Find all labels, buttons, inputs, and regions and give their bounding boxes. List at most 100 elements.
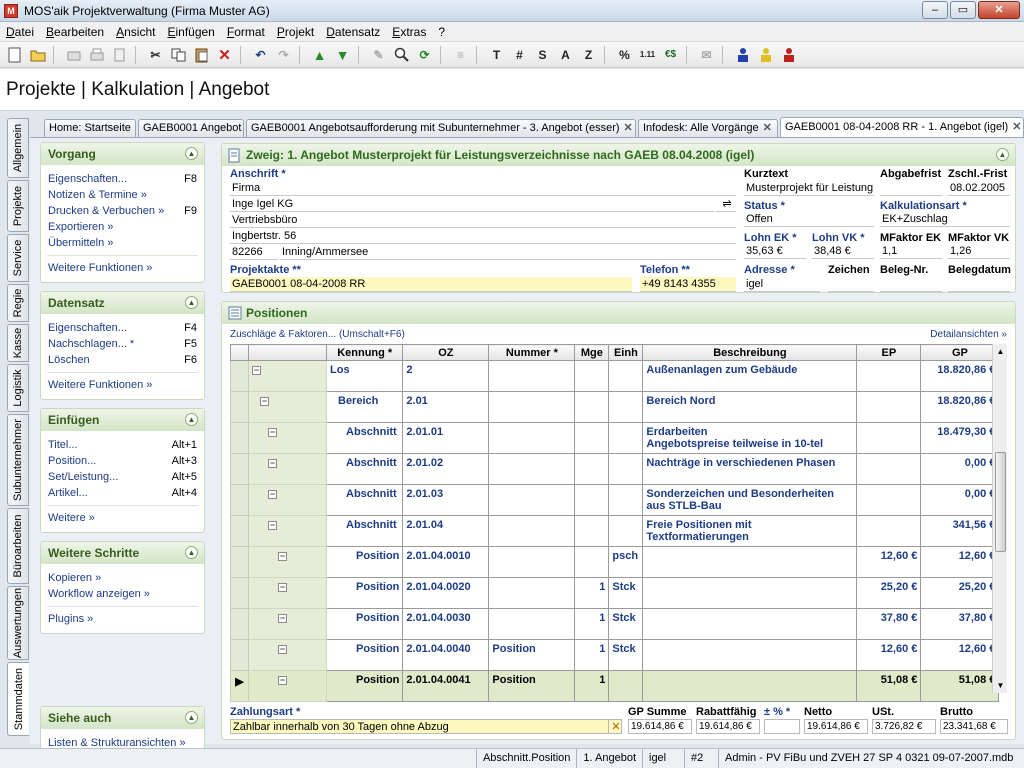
hash-button[interactable]: # <box>509 44 530 65</box>
undo-icon[interactable]: ↶ <box>250 44 271 65</box>
cell-einh[interactable]: Stck <box>608 639 644 671</box>
currency-button[interactable]: €$ <box>660 44 681 65</box>
link-artikel[interactable]: Artikel... Alt+4 <box>41 485 204 501</box>
col-oz[interactable]: OZ <box>402 344 490 361</box>
cell-nummer[interactable] <box>488 391 576 423</box>
menu-extras[interactable]: Extras <box>386 25 432 39</box>
menu-bearbeiten[interactable]: Bearbeiten <box>40 25 110 39</box>
cell-gp[interactable]: 12,60 € <box>920 546 1000 578</box>
link-exportieren[interactable]: Exportieren » <box>41 219 204 235</box>
cell-gp[interactable]: 0,00 € <box>920 484 1000 516</box>
tab-gaeb-angebot[interactable]: GAEB0001 Angebot <box>138 119 244 137</box>
cell-beschreibung[interactable] <box>642 639 858 671</box>
clear-icon[interactable]: ✕ <box>608 719 622 734</box>
menu-format[interactable]: Format <box>221 25 271 39</box>
cell-gp[interactable]: 18.479,30 € <box>920 422 1000 454</box>
cell-kennung[interactable]: Position <box>325 546 404 578</box>
cell-ep[interactable] <box>856 422 922 454</box>
kalkulationsart-field[interactable]: EK+Zuschlag <box>880 212 1010 227</box>
cell-mge[interactable]: 1 <box>574 577 610 609</box>
close-tab-icon[interactable]: ✕ <box>624 122 633 134</box>
cell-beschreibung[interactable]: Nachträge in verschiedenen Phasen <box>642 453 858 485</box>
cell-einh[interactable] <box>608 453 644 485</box>
cell-beschreibung[interactable] <box>642 577 858 609</box>
link-eigenschaften[interactable]: Eigenschaften... F8 <box>41 171 204 187</box>
cell-mge[interactable]: 1 <box>574 670 610 702</box>
cell-ep[interactable]: 12,60 € <box>856 546 922 578</box>
side-tab-projekte[interactable]: Projekte <box>7 180 29 232</box>
cell-mge[interactable] <box>574 515 610 547</box>
menu-datei[interactable]: Datei <box>0 25 40 39</box>
cell-oz[interactable]: 2.01.04 <box>402 515 490 547</box>
brutto-field[interactable]: 23.341,68 € <box>940 719 1008 734</box>
cell-ep[interactable]: 25,20 € <box>856 577 922 609</box>
table-row[interactable]: − Abschnitt 2.01.01 Erdarbeiten Angebotsprei… <box>230 422 1000 454</box>
rabattfaehig-field[interactable]: 19.614,86 € <box>696 719 760 734</box>
cell-gp[interactable]: 18.820,86 € <box>920 391 1000 423</box>
cell-gp[interactable]: 0,00 € <box>920 453 1000 485</box>
col-nummer[interactable]: Nummer * <box>488 344 576 361</box>
cell-kennung[interactable]: Position <box>325 670 404 702</box>
cell-einh[interactable] <box>608 484 644 516</box>
menu-projekt[interactable]: Projekt <box>271 25 320 39</box>
cell-oz[interactable]: 2.01.04.0030 <box>402 608 490 640</box>
link-weitere-funktionen[interactable]: Weitere Funktionen » <box>41 260 204 276</box>
tree-expander[interactable]: − <box>248 422 327 454</box>
close-tab-icon[interactable]: ✕ <box>1012 121 1021 133</box>
mfaktor-vk-field[interactable]: 1,26 <box>948 244 1010 259</box>
tab-home[interactable]: Home: Startseite <box>44 119 136 137</box>
section-header[interactable]: Siehe auch ▲ <box>41 707 204 729</box>
cell-oz[interactable]: 2 <box>402 360 490 392</box>
link-notizen[interactable]: Notizen & Termine » <box>41 187 204 203</box>
menu-datensatz[interactable]: Datensatz <box>320 25 386 39</box>
col-kennung[interactable]: Kennung * <box>325 344 404 361</box>
table-row[interactable]: − Position 2.01.04.0040 Position 1 Stck 12,60 … <box>230 639 1000 671</box>
table-row[interactable]: − Los 2 Außenanlagen zum Gebäude 18.820,86 € <box>230 360 1000 392</box>
cell-einh[interactable]: Stck <box>608 577 644 609</box>
mfaktor-ek-field[interactable]: 1,1 <box>880 244 942 259</box>
s-button[interactable]: S <box>532 44 553 65</box>
anschrift-line-1[interactable]: Firma <box>230 181 736 196</box>
table-row[interactable]: − Position 2.01.04.0030 1 Stck 37,80 €37,80 € <box>230 608 1000 640</box>
table-row[interactable]: − Abschnitt 2.01.02 Nachträge in verschiede… <box>230 453 1000 485</box>
move-up-icon[interactable]: ▲ <box>309 44 330 65</box>
cell-gp[interactable]: 25,20 € <box>920 577 1000 609</box>
cell-ep[interactable]: 51,08 € <box>856 670 922 702</box>
cut-icon[interactable]: ✂ <box>145 44 166 65</box>
lohn-ek-field[interactable]: 35,63 € <box>744 244 806 259</box>
expand-icon[interactable]: − <box>278 613 287 623</box>
ust-field[interactable]: 3.726,82 € <box>872 719 936 734</box>
zahlungsart-field[interactable]: Zahlbar innerhalb von 30 Tagen ohne Abzu… <box>230 719 622 734</box>
a-button[interactable]: A <box>555 44 576 65</box>
menu-ansicht[interactable]: Ansicht <box>110 25 161 39</box>
redo-icon[interactable]: ↷ <box>273 44 294 65</box>
expand-icon[interactable]: − <box>278 644 287 654</box>
cell-kennung[interactable]: Position <box>325 577 404 609</box>
cell-ep[interactable]: 12,60 € <box>856 639 922 671</box>
cell-ep[interactable]: 37,80 € <box>856 608 922 640</box>
cell-nummer[interactable] <box>488 453 576 485</box>
expand-icon[interactable]: − <box>268 458 277 468</box>
maximize-button[interactable]: ▭ <box>950 1 976 19</box>
user-red-icon[interactable] <box>778 44 799 65</box>
col-mge[interactable]: Mge <box>574 344 610 361</box>
print-icon[interactable] <box>86 44 107 65</box>
scroll-up-icon[interactable]: ▲ <box>993 344 1008 359</box>
col-gp[interactable]: GP <box>920 344 1000 361</box>
cell-beschreibung[interactable]: Sonderzeichen und Besonderheiten aus STLB… <box>642 484 858 516</box>
anschrift-line-3[interactable]: Vertriebsbüro <box>230 213 736 228</box>
refresh-icon[interactable]: ⟳ <box>414 44 435 65</box>
user-yellow-icon[interactable] <box>755 44 776 65</box>
tree-expander[interactable]: − <box>248 391 327 423</box>
format-icon[interactable]: ≡ <box>450 44 471 65</box>
expand-icon[interactable]: − <box>278 582 287 592</box>
cell-nummer[interactable] <box>488 546 576 578</box>
link-set-leistung[interactable]: Set/Leistung... Alt+5 <box>41 469 204 485</box>
detailansichten-link[interactable]: Detailansichten » <box>930 329 1007 340</box>
expand-icon[interactable]: − <box>268 520 277 530</box>
new-document-icon[interactable] <box>4 44 25 65</box>
cell-mge[interactable] <box>574 422 610 454</box>
cell-mge[interactable] <box>574 360 610 392</box>
cell-kennung[interactable]: Position <box>325 639 404 671</box>
zschl-field[interactable]: 08.02.2005 <box>948 181 1010 196</box>
